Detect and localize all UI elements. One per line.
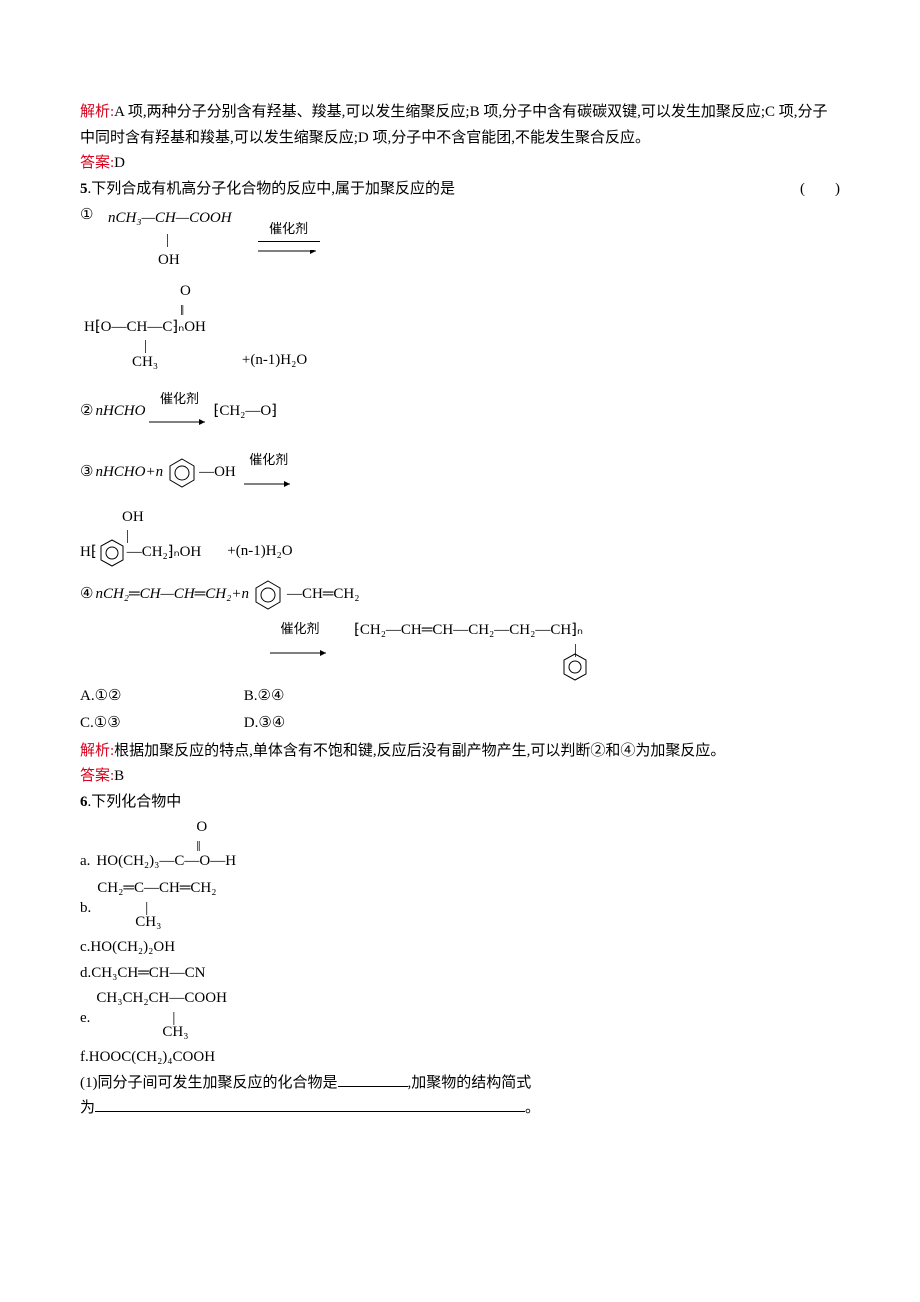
q6-number: 6 [80,794,88,810]
circle-3: ③ [80,460,93,486]
compound-e-label: e. [80,1006,90,1032]
r2-left: nHCHO [95,399,145,425]
catalyst-label: 催化剂 [258,218,320,241]
compound-d: d.CH₃CH═CH—CN [80,961,840,987]
compound-a-label: a. [80,849,90,875]
catalyst-label: 催化剂 [149,388,209,410]
q6-stem-text: .下列化合物中 [88,794,182,810]
r1-reactant-oh: OH [158,252,180,268]
analysis-label: 解析: [80,104,114,120]
q5-product-3: OH | H⁅ —CH₂⁆ₙOH +(n-1)H₂O [80,505,840,569]
bond-icon: | [144,334,147,360]
q6-stem: 6.下列化合物中 [80,790,840,816]
r2-right: ⁅CH₂—O⁆ [213,399,277,425]
arrow-icon [258,250,320,258]
blank-input[interactable] [338,1086,408,1087]
r3-prod-oh: OH [122,509,144,525]
arrow-icon [149,418,209,426]
q5-reaction-1: nCH₃—CH—COOH | OH 催化剂 ① [80,206,840,273]
catalyst-label: 催化剂 [270,618,330,640]
q6-sub1-line1: (1)同分子间可发生加聚反应的化合物是 ,加聚物的结构简式 [80,1071,840,1097]
sub1-text-b: ,加聚物的结构简式 [408,1075,532,1091]
bond-icon: | [172,1006,175,1032]
r4-side: —CH═CH₂ [287,582,360,608]
sub1-text-c: 为 [80,1100,95,1116]
catalyst-label: 催化剂 [244,449,294,471]
bond-icon: | [166,228,169,254]
q5-options-row2: C.①③ D.③④ [80,711,840,737]
q4-answer: 答案:D [80,151,840,177]
blank-input[interactable] [95,1111,525,1112]
answer-label: 答案: [80,768,114,784]
analysis-label: 解析: [80,743,114,759]
q6-sub1-line2: 为。 [80,1096,840,1122]
compound-a: a. O ‖ HO(CH₂)₃—C—O—H [80,815,840,874]
benzene-icon [165,456,199,490]
analysis-text: A 项,两种分子分别含有羟基、羧基,可以发生缩聚反应;B 项,分子中含有碳碳双键… [80,104,828,146]
double-bond-icon: ‖ [196,835,198,861]
r3-byproduct: +(n-1)H₂O [227,543,292,559]
q5-answer: 答案:B [80,764,840,790]
compound-f: f.HOOC(CH₂)₄COOH [80,1045,840,1071]
compound-c: c.HO(CH₂)₂OH [80,935,840,961]
bond-icon: | [145,896,148,922]
q5-option-c[interactable]: C.①③ [80,711,240,737]
r3-left: nHCHO+n [95,460,163,486]
r3-prod-left: H⁅ [80,540,97,566]
circle-1: ① [80,207,93,223]
r3-oh: OH [214,460,236,486]
q5-reaction-3: ③ nHCHO+n —OH 催化剂 [80,449,840,497]
r4-prod: ⁅CH₂—CH═CH—CH₂—CH₂—CH⁆ₙ [354,622,583,638]
q5-analysis: 解析:根据加聚反应的特点,单体含有不饱和键,反应后没有副产物产生,可以判断②和④… [80,739,840,765]
q5-stem-row: 5.下列合成有机高分子化合物的反应中,属于加聚反应的是 ( ) [80,177,840,203]
a-mid: HO(CH₂)₃—C—O—H [96,853,236,869]
sub1-text-d: 。 [525,1100,540,1116]
compound-b: b. CH₂═C—CH═CH₂ | CH₃ [80,876,840,935]
q4-analysis: 解析:A 项,两种分子分别含有羟基、羧基,可以发生缩聚反应;B 项,分子中含有碳… [80,100,840,151]
r1-prod-o: O [180,283,191,299]
circle-2: ② [80,399,93,425]
q5-product-1: O ‖ H⁅O—CH—C⁆ₙOH | CH₃ +(n-1)H₂O [84,279,840,376]
r1-prod-chain: H⁅O—CH—C⁆ₙOH [84,319,206,335]
q5-option-a[interactable]: A.①② [80,684,240,710]
double-bond-icon: ‖ [180,299,182,325]
e-bot: CH₃ [162,1024,188,1040]
b-bot: CH₃ [135,914,161,930]
a-top: O [196,819,207,835]
q5-reaction-2: ② nHCHO 催化剂 ⁅CH₂—O⁆ [80,388,840,436]
q5-number: 5 [80,181,88,197]
q5-product-4: 催化剂 ⁅CH₂—CH═CH—CH₂—CH₂—CH⁆ₙ | [80,618,840,682]
circle-4: ④ [80,582,93,608]
compound-b-label: b. [80,896,91,922]
q5-paren: ( ) [800,177,840,203]
r3-prod-right: —CH₂⁆ₙOH [127,540,202,566]
bond-icon: | [126,524,129,550]
q5-reaction-4: ④ nCH₂═CH—CH═CH₂+n —CH═CH₂ [80,578,840,612]
benzene-icon [97,538,127,568]
e-top: CH₃CH₂CH—COOH [96,990,226,1006]
q5-options-row1: A.①② B.②④ [80,684,840,710]
answer-value: B [114,768,124,784]
bond-icon: | [574,638,577,664]
q5-stem: .下列合成有机高分子化合物的反应中,属于加聚反应的是 [88,181,456,197]
analysis-text: 根据加聚反应的特点,单体含有不饱和键,反应后没有副产物产生,可以判断②和④为加聚… [114,743,725,759]
sub1-text-a: (1)同分子间可发生加聚反应的化合物是 [80,1075,338,1091]
q5-option-d[interactable]: D.③④ [244,711,285,737]
compound-e: e. CH₃CH₂CH—COOH | CH₃ [80,986,840,1045]
r4-left: nCH₂═CH—CH═CH₂+n [95,582,249,608]
arrow-icon [244,480,294,488]
arrow-icon [270,649,330,657]
r1-reactant-top: nCH₃—CH—COOH [108,210,232,226]
b-top: CH₂═C—CH═CH₂ [97,880,216,896]
answer-label: 答案: [80,155,114,171]
benzene-icon [251,578,285,612]
answer-value: D [114,155,125,171]
q5-option-b[interactable]: B.②④ [244,684,285,710]
r1-byproduct: +(n-1)H₂O [242,352,307,368]
